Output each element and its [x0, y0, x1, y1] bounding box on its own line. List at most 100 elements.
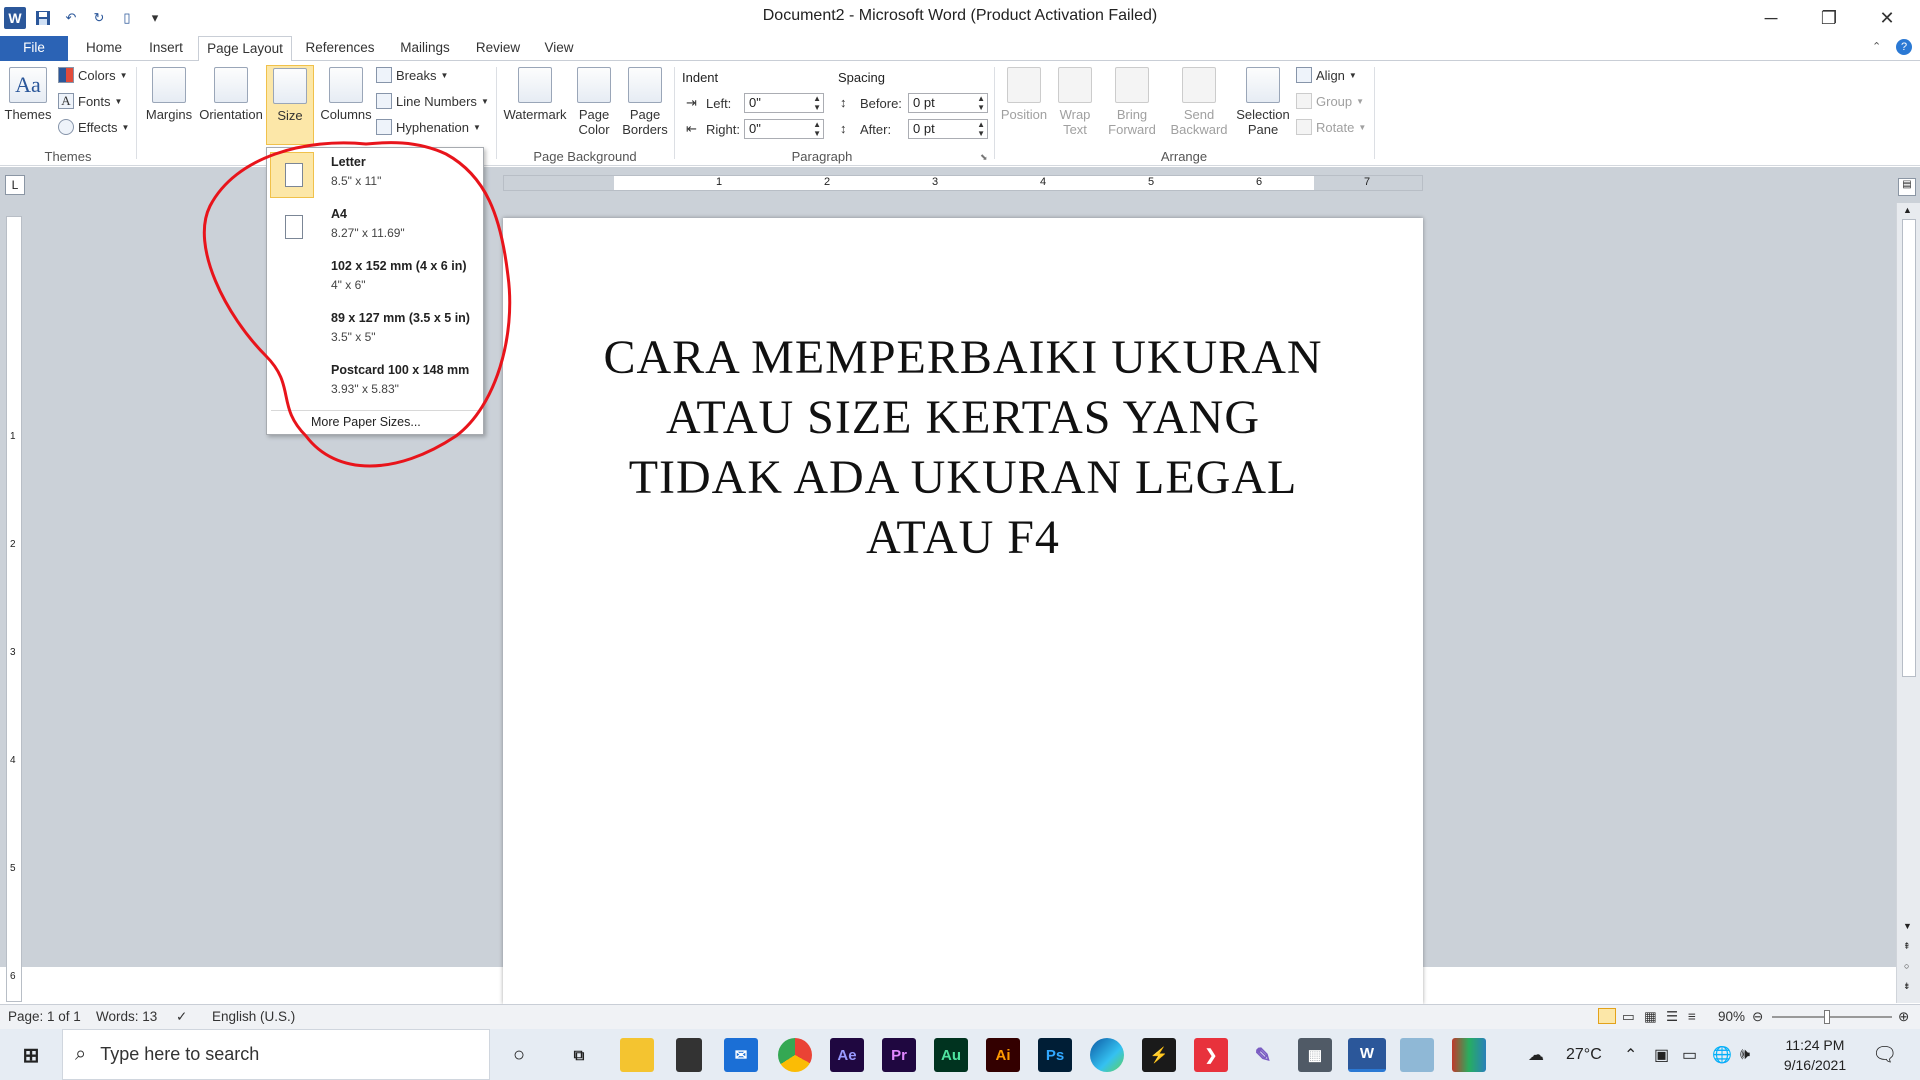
word-logo-icon[interactable]: W — [4, 7, 26, 29]
page-borders-button[interactable]: Page Borders — [620, 65, 670, 137]
redo-button[interactable]: ↻ — [88, 7, 110, 29]
spacing-before-input[interactable]: 0 pt ▲ ▼ — [908, 93, 988, 113]
tab-review[interactable]: Review — [470, 36, 526, 61]
app-icon[interactable] — [1400, 1038, 1434, 1072]
power-app-icon[interactable]: ⚡ — [1142, 1038, 1176, 1072]
browse-object-icon[interactable]: ○ — [1904, 961, 1909, 971]
previous-page-icon[interactable]: ⇞ — [1903, 941, 1911, 952]
network-icon[interactable]: 🌐 — [1712, 1029, 1732, 1080]
battery-icon[interactable]: ▭ — [1682, 1029, 1697, 1080]
fonts-button[interactable]: A Fonts ▼ — [58, 91, 122, 111]
paint-icon[interactable]: ✎ — [1246, 1038, 1280, 1072]
zoom-slider-thumb[interactable] — [1824, 1010, 1830, 1024]
print-layout-icon[interactable] — [1598, 1008, 1616, 1024]
indent-right-input[interactable]: 0" ▲ ▼ — [744, 119, 824, 139]
paragraph-dialog-launcher-icon[interactable]: ⬊ — [980, 152, 988, 163]
tab-view[interactable]: View — [534, 36, 584, 61]
rotate-button[interactable]: Rotate ▼ — [1296, 117, 1366, 137]
edge-icon[interactable] — [1090, 1038, 1124, 1072]
scrollbar-thumb[interactable] — [1902, 219, 1916, 677]
weather-temperature[interactable]: 27°C — [1566, 1029, 1602, 1080]
store-icon[interactable] — [676, 1038, 702, 1072]
position-button[interactable]: Position — [998, 65, 1050, 122]
chrome-icon[interactable] — [778, 1038, 812, 1072]
premiere-icon[interactable]: Pr — [882, 1038, 916, 1072]
horizontal-ruler[interactable]: 1 2 3 4 5 6 7 — [503, 175, 1423, 191]
document-body[interactable]: CARA MEMPERBAIKI UKURAN ATAU SIZE KERTAS… — [603, 328, 1323, 568]
tab-insert[interactable]: Insert — [140, 36, 192, 61]
size-button[interactable]: Size — [266, 65, 314, 145]
tab-mailings[interactable]: Mailings — [390, 36, 460, 61]
hyphenation-button[interactable]: Hyphenation ▼ — [376, 117, 481, 137]
minimize-ribbon-icon[interactable]: ⌃ — [1872, 40, 1881, 53]
colors-button[interactable]: Colors ▼ — [58, 65, 128, 85]
audition-icon[interactable]: Au — [934, 1038, 968, 1072]
orientation-button[interactable]: Orientation — [196, 65, 266, 122]
cortana-icon[interactable]: ○ — [502, 1038, 536, 1072]
tab-selector-button[interactable]: L — [5, 175, 25, 195]
web-layout-icon[interactable]: ▦ — [1644, 1009, 1657, 1025]
close-button[interactable]: ✕ — [1858, 0, 1916, 36]
tab-references[interactable]: References — [300, 36, 380, 61]
restore-button[interactable]: ❐ — [1800, 0, 1858, 36]
clock[interactable]: 11:24 PM 9/16/2021 — [1770, 1029, 1860, 1080]
zoom-in-icon[interactable]: ⊕ — [1898, 1009, 1909, 1025]
outline-icon[interactable]: ☰ — [1666, 1009, 1678, 1025]
calculator-icon[interactable]: ▦ — [1298, 1038, 1332, 1072]
after-effects-icon[interactable]: Ae — [830, 1038, 864, 1072]
volume-icon[interactable]: 🕪 — [1740, 1029, 1750, 1080]
tab-file[interactable]: File — [0, 36, 68, 61]
scroll-down-icon[interactable]: ▼ — [1903, 921, 1912, 931]
new-document-button[interactable]: ▯ — [116, 7, 138, 29]
columns-button[interactable]: Columns — [316, 65, 376, 122]
proofing-icon[interactable]: ✓ — [176, 1009, 187, 1025]
photoshop-icon[interactable]: Ps — [1038, 1038, 1072, 1072]
breaks-button[interactable]: Breaks ▼ — [376, 65, 448, 85]
margins-button[interactable]: Margins — [142, 65, 196, 122]
line-numbers-button[interactable]: Line Numbers ▼ — [376, 91, 489, 111]
tab-home[interactable]: Home — [78, 36, 130, 61]
weather-icon[interactable]: ☁ — [1528, 1029, 1544, 1080]
language[interactable]: English (U.S.) — [212, 1009, 295, 1024]
tab-page-layout[interactable]: Page Layout — [198, 36, 292, 62]
illustrator-icon[interactable]: Ai — [986, 1038, 1020, 1072]
effects-button[interactable]: Effects ▼ — [58, 117, 129, 137]
word-taskbar-icon[interactable]: W — [1348, 1038, 1386, 1072]
notifications-icon[interactable]: 🗨 — [1872, 1029, 1897, 1080]
page-color-button[interactable]: Page Color — [570, 65, 618, 137]
group-objects-button[interactable]: Group ▼ — [1296, 91, 1364, 111]
zoom-slider[interactable] — [1772, 1016, 1892, 1018]
page-count[interactable]: Page: 1 of 1 — [8, 1009, 81, 1024]
draft-icon[interactable]: ≡ — [1688, 1009, 1696, 1024]
taskbar-search[interactable]: ⌕ Type here to search — [62, 1029, 490, 1080]
app-icon[interactable]: ❯ — [1194, 1038, 1228, 1072]
wrap-text-button[interactable]: Wrap Text — [1052, 65, 1098, 137]
indent-left-input[interactable]: 0" ▲ ▼ — [744, 93, 824, 113]
next-page-icon[interactable]: ⇟ — [1903, 981, 1911, 992]
align-button[interactable]: Align ▼ — [1296, 65, 1357, 85]
selection-pane-button[interactable]: Selection Pane — [1234, 65, 1292, 137]
help-icon[interactable]: ? — [1896, 39, 1912, 55]
bring-forward-button[interactable]: Bring Forward — [1100, 65, 1164, 137]
scroll-up-icon[interactable]: ▲ — [1903, 205, 1912, 215]
send-backward-button[interactable]: Send Backward — [1164, 65, 1234, 137]
vertical-ruler[interactable]: 1 2 3 4 5 6 — [6, 216, 22, 1002]
task-view-icon[interactable]: ⧉ — [562, 1038, 596, 1072]
zoom-out-icon[interactable]: ⊖ — [1752, 1009, 1763, 1025]
meet-now-icon[interactable]: ▣ — [1654, 1029, 1669, 1080]
word-count[interactable]: Words: 13 — [96, 1009, 157, 1024]
watermark-button[interactable]: Watermark — [502, 65, 568, 122]
spacing-after-input[interactable]: 0 pt ▲ ▼ — [908, 119, 988, 139]
themes-button[interactable]: Aa Themes — [4, 65, 52, 122]
save-button[interactable] — [32, 7, 54, 29]
file-explorer-icon[interactable] — [620, 1038, 654, 1072]
winrar-icon[interactable] — [1452, 1038, 1486, 1072]
customize-qat-button[interactable]: ▾ — [144, 7, 166, 29]
zoom-level[interactable]: 90% — [1718, 1009, 1745, 1024]
full-screen-reading-icon[interactable]: ▭ — [1622, 1009, 1635, 1025]
minimize-button[interactable]: ─ — [1742, 0, 1800, 36]
start-button[interactable]: ⊞ — [14, 1038, 48, 1072]
vertical-scrollbar[interactable]: ▲ ▼ ⇞ ○ ⇟ — [1896, 203, 1920, 1003]
show-hidden-icons-icon[interactable]: ⌃ — [1624, 1029, 1637, 1080]
view-ruler-icon[interactable]: ▤ — [1898, 178, 1916, 196]
